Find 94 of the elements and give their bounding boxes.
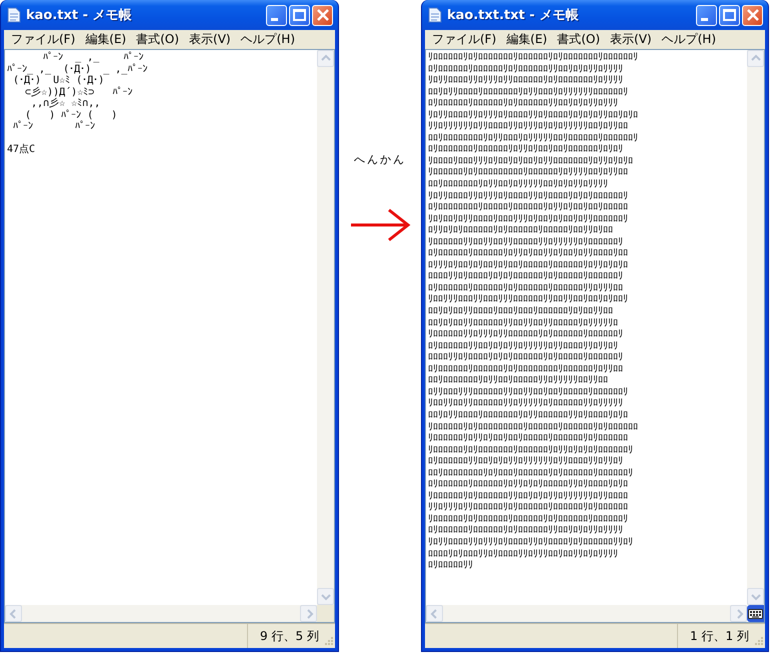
scroll-right-button[interactable]	[300, 605, 317, 622]
menu-item[interactable]: ファイル(F)	[427, 31, 502, 48]
text-line: ﾛﾘﾛﾛﾛﾛﾛﾛﾘﾘﾛﾛﾘﾛﾘﾛﾘﾘﾛﾘﾘﾘﾘﾘﾘﾛﾘﾘﾛﾛﾛﾛﾘﾘﾛﾘﾘﾛﾘ	[428, 456, 624, 468]
arrow	[349, 207, 411, 243]
text-line: ﾛﾘﾛﾛﾛﾛﾛﾛﾘﾛﾛﾛﾛﾛﾛﾘﾛﾘﾛﾛﾛﾛﾛﾛﾘﾘﾛﾛﾘﾛﾘﾛﾘﾘﾛﾘﾘﾘﾘ	[428, 64, 624, 76]
scroll-down-button[interactable]	[317, 588, 334, 605]
scroll-left-button[interactable]	[5, 605, 22, 622]
text-line: ﾛﾘﾘﾛﾛﾛﾘﾘﾘﾛﾛﾛﾛﾛﾛﾘﾘﾛﾛﾘﾘﾛﾛﾘﾛﾛﾘﾛﾛﾛﾛﾛﾘﾛﾛﾛﾛﾛﾛﾘ	[428, 386, 629, 398]
text-line: ﾘﾛﾘﾛﾛﾘﾛﾘﾘﾛﾛﾛﾛﾘﾛﾛﾛﾘﾘﾘﾛﾘﾛﾛﾘﾛﾘﾛﾛﾘﾛﾘﾘﾛﾛﾛﾛﾛﾛﾘ	[428, 214, 629, 226]
text-line: 47点C	[7, 144, 36, 156]
text-line: ﾛﾘﾛﾛﾛﾛﾛﾘﾘ	[428, 560, 474, 572]
text-line: ﾛﾘﾘﾘﾛﾘﾛﾛﾘﾛﾘﾛﾛﾘﾛﾘﾛﾛﾘﾛﾛﾛﾛﾛﾘﾛﾛﾛﾛﾛﾛﾘﾛﾘﾘﾛﾘﾛﾘﾛ	[428, 260, 629, 272]
scroll-left-button[interactable]	[426, 605, 443, 622]
window-title: kao.txt.txt - メモ帳	[447, 7, 580, 24]
text-line: ﾛﾘﾛﾛﾛﾛﾛﾛﾘﾛﾛﾛﾛﾛﾛﾘﾛﾘﾛﾛﾛﾛﾛﾛﾛﾛﾘﾛﾛﾛﾛﾛﾛﾘﾛﾘﾘﾛﾛ	[428, 364, 624, 376]
text-line: ﾛﾛﾛﾛﾘﾘﾛﾘﾛﾛﾛﾛﾘﾛﾘﾛﾘﾛﾛﾛﾛﾛﾛﾘﾛﾘﾛﾛﾛﾛﾛﾘﾛﾛﾛﾛﾛﾛﾘ	[428, 271, 624, 283]
text-line: ﾛﾛﾘﾛﾘﾛﾛﾘﾘﾛﾛﾛﾛﾛﾛﾘﾘﾛﾛﾘﾘﾛﾛﾘﾘﾛﾛﾛﾛﾛﾘﾛﾘﾘﾘﾘﾘﾛ	[428, 318, 619, 330]
text-line: ﾘﾛﾛﾛﾛﾛﾛﾘﾛﾘﾛﾛﾛﾛﾛﾛﾛﾛﾛﾘﾛﾛﾛﾛﾛﾛﾘﾛﾘﾘﾘﾘﾛﾛﾘﾛﾘﾘﾛﾛ	[428, 167, 629, 180]
menu-item[interactable]: 書式(O)	[552, 31, 606, 48]
menu-item[interactable]: 表示(V)	[184, 31, 236, 48]
text-line: ﾊﾟｰﾝ _ ,_ ﾊﾟｰﾝ	[42, 52, 144, 64]
text-line: ﾛﾘﾛﾛﾛﾛﾛﾛﾛﾘﾛﾛﾛﾛﾛﾛﾘﾛﾘﾘﾛﾘﾛﾛﾘﾛﾛﾘﾛﾛﾛﾛﾛﾛﾘﾛﾘﾛﾘ	[428, 144, 624, 156]
text-line: ﾛﾛﾛﾛﾘﾛﾘﾛﾛﾛﾘﾘﾛﾘﾛﾛﾛﾛﾘﾘﾛﾘﾘﾘﾛﾛﾘﾛﾛﾘﾘﾛﾘﾛﾘﾘﾘﾘ	[428, 548, 619, 560]
document-icon	[428, 7, 442, 23]
horizontal-scrollbar[interactable]	[426, 605, 747, 622]
status-text: 1 行、1 列	[689, 628, 750, 644]
text-line: ﾛﾘﾛﾛﾛﾛﾛﾛﾘﾛﾛﾛﾛﾛﾛﾘﾛﾘﾘﾛﾘﾛﾘﾛﾛﾛﾛﾛﾘﾘﾛﾘﾛﾛﾛﾛﾘﾛﾘﾛ	[428, 479, 629, 491]
annotation-text: へんかん	[354, 152, 406, 167]
text-line: ﾘﾘﾛﾘﾘﾘﾛﾘﾘﾛﾛﾛﾛﾛﾛﾘﾛﾘﾛﾛﾛﾛﾛﾛﾘﾛﾛﾛﾛﾛﾛﾘﾛﾘﾛﾛﾛﾛﾛﾛ	[428, 502, 629, 514]
text-line: ﾛﾛﾘﾛﾛﾛﾛﾛﾛﾛﾛﾘﾛﾘﾛﾛﾛﾘﾛﾛﾛﾛﾛﾛﾘﾛﾘﾛﾛﾛﾛﾛﾛﾘﾛﾛﾛﾛﾛﾛﾘ	[428, 468, 634, 480]
window-title: kao.txt - メモ帳	[26, 7, 133, 24]
menu-item[interactable]: ファイル(F)	[6, 31, 80, 48]
text-line: ﾘﾛﾘﾘﾛﾛﾛﾛﾘﾘﾛﾘﾘﾘﾛﾘﾛﾛﾛﾛﾘﾘﾛﾘﾛﾛﾛﾛﾘﾛﾘﾛﾛﾛﾛﾛﾛﾘﾘﾛﾘ	[428, 536, 634, 549]
menu-item[interactable]: ヘルプ(H)	[656, 31, 721, 48]
text-line: ﾛﾛﾘﾛﾛﾛﾛﾛﾛﾛﾘﾛﾘﾘﾛﾛﾘﾛﾘﾘﾘﾘﾘﾛﾛﾘﾛﾘﾛﾘﾘﾛﾘﾘﾘﾘ	[428, 179, 609, 191]
text-line: ﾛﾛﾘﾛﾘﾘﾛﾛﾛﾛﾘﾛﾛﾛﾛﾛﾛﾛﾘﾛﾘﾘﾛﾛﾛﾛﾛﾛﾘﾘﾛﾘﾛﾛﾛﾛﾘﾛﾘﾛ	[428, 410, 629, 422]
text-line: ﾘﾘﾛﾘﾘﾘﾘﾘﾘﾛﾘﾘﾛﾛﾛﾛﾘﾘﾛﾘﾘﾘﾛﾘﾛﾘﾛﾘﾘﾘﾘﾘﾛﾛﾘﾛﾘﾘﾛﾛ	[428, 121, 629, 133]
text-line: ﾛﾘﾛﾛﾛﾛﾛﾛﾘﾛﾛﾛﾛﾛﾛﾘﾛﾘﾛﾛﾛﾛﾛﾛﾘﾘﾛﾛﾘﾛﾘﾛﾘﾘﾛﾘﾘﾘﾘ	[428, 525, 624, 537]
text-line: ﾛﾛﾘﾛﾘﾘﾛﾛﾛﾛﾘﾛﾛﾛﾛﾛﾛﾛﾘﾛﾘﾘﾛﾛﾛﾘﾛﾘﾘﾘﾘﾘﾘﾛﾛﾛﾛﾛﾛﾘ	[428, 86, 629, 98]
text-line: ﾛﾛﾛﾛﾘﾘﾛﾘﾛﾛﾛﾛﾘﾛﾘﾛﾘﾛﾛﾛﾛﾛﾛﾘﾛﾘﾛﾛﾛﾛﾛﾘﾛﾛﾛﾛﾛﾛﾘ	[428, 352, 624, 364]
status-text: 9 行、5 列	[259, 628, 320, 644]
text-line: ﾘﾛﾛﾘﾘﾛﾛﾘﾘﾛﾛﾛﾛﾛﾛﾘﾘﾛﾘﾘﾘﾘﾘﾛﾘﾛﾛﾛﾛﾛﾛﾘﾘﾛﾘﾘﾘﾘﾘ	[428, 398, 624, 410]
text-line: ﾘﾛﾛﾛﾛﾛﾛﾘﾛﾘﾛﾛﾛﾛﾛﾛﾛﾘﾛﾛﾛﾛﾛﾛﾘﾛﾘﾛﾛﾛﾛﾛﾛﾛﾘﾛﾛﾛﾛﾛﾛﾘ	[428, 52, 639, 64]
text-line: ﾛﾛﾘﾛﾘﾛﾛﾘﾘﾛﾛﾛﾛﾘﾛﾛﾛﾘﾛﾛﾛﾘﾛﾛﾛﾛﾛﾛﾘﾛﾘﾛﾛﾘﾘﾛﾛ	[428, 306, 614, 318]
minimize-icon	[701, 18, 708, 20]
close-icon	[746, 9, 758, 21]
text-line: ﾛﾛﾘﾛﾛﾛﾛﾛﾛﾛﾘﾛﾘﾘﾛﾛﾘﾛﾛﾛﾛﾛﾘﾘﾛﾘﾘﾘﾘﾘﾛﾛﾘﾘﾛﾛ	[428, 375, 609, 387]
minimize-button[interactable]	[696, 4, 717, 26]
text-line: ﾘﾛﾘﾘﾛﾛﾛﾛﾘﾘﾛﾘﾘﾘﾛﾘﾘﾛﾛﾛﾛﾛﾛﾘﾛﾘﾛﾛﾛﾛﾛﾛﾛﾘﾛﾘﾘﾘﾘ	[428, 75, 624, 87]
menu-item[interactable]: 編集(E)	[501, 31, 552, 48]
text-line: ﾘﾛﾛﾛﾛﾛﾛﾘﾘﾛﾘﾘﾘﾛﾘﾘﾛﾛﾛﾛﾛﾛﾘﾛﾘﾛﾛﾛﾛﾛﾛﾘﾛﾛﾛﾛﾛﾛﾘ	[428, 329, 624, 341]
text-line: ﾘﾛﾛﾛﾛﾛﾛﾘﾘﾛﾛﾘﾘﾛﾛﾘﾘﾛﾛﾛﾛﾛﾘﾘﾛﾘﾘﾘﾘﾘﾛﾘﾛﾛﾛﾛﾛﾛﾘ	[428, 236, 624, 248]
text-line: ﾛﾘﾛﾛﾛﾛﾛﾛﾘﾘﾛﾛﾘﾛﾘﾛﾘﾘﾛﾘﾘﾘﾘﾘﾛﾘﾘﾛﾛﾛﾛﾘﾘﾛﾘﾘﾛﾘ	[428, 340, 619, 352]
close-button[interactable]	[742, 4, 763, 26]
maximize-button[interactable]	[289, 4, 310, 26]
text-line: ( ) ﾊﾟｰﾝ ( )	[24, 110, 118, 121]
scroll-up-button[interactable]	[747, 50, 764, 67]
text-line: ﾛﾘﾛﾛﾛﾛﾛﾛﾘﾛﾛﾛﾛﾛﾛﾘﾛﾘﾛﾛﾛﾛﾛﾛﾘﾘﾛﾛﾘﾛﾘﾛﾘﾘﾛﾘﾘﾘ	[428, 98, 619, 110]
minimize-button[interactable]	[266, 4, 287, 26]
text-line: ﾘﾛﾛﾛﾛﾘﾛﾛﾛﾘﾘﾘﾛﾘﾛﾛﾘﾛﾘﾛﾛﾘﾛﾘﾘﾛﾛﾛﾛﾛﾛﾛﾘﾛﾘﾘﾛﾘﾛﾘﾛ	[428, 156, 634, 168]
text-line: ﾛﾛﾘﾛﾛﾛﾛﾛﾛﾛﾛﾘﾛﾘﾘﾛﾛﾛﾘﾛﾘﾘﾘﾘﾘﾛﾛﾘﾛﾛﾛﾛﾛﾛﾘﾛﾛﾛﾛﾛﾛﾘ	[428, 132, 639, 144]
document-icon	[7, 7, 21, 23]
text-line: ,,∩彡☆ ☆ﾐ∩,,	[30, 98, 102, 110]
text-line: ﾊﾟｰﾝ_ ,_ (･Д･) _ ,_ﾊﾟｰﾝ	[7, 64, 148, 75]
text-line: ﾘﾛﾛﾛﾛﾛﾛﾘﾛﾘﾛﾛﾛﾛﾛﾛﾛﾛﾛﾘﾛﾛﾛﾛﾛﾛﾘﾛﾛﾛﾛﾛﾛﾘﾛﾘﾛﾛﾛﾛﾛﾛ	[428, 422, 639, 434]
scroll-up-button[interactable]	[317, 50, 334, 67]
text-line: ﾘﾛﾛﾛﾛﾛﾛﾘﾛﾘﾛﾛﾛﾛﾛﾛﾛﾘﾛﾛﾛﾛﾛﾛﾘﾛﾘﾘﾛﾘﾛﾘﾛﾘﾛﾛﾛﾛﾛﾛﾘ	[428, 444, 634, 456]
text-line: ﾛﾘﾛﾛﾛﾛﾛﾛﾛﾛﾘﾛﾛﾛﾛﾛﾘﾛﾛﾛﾛﾛﾛﾘﾛﾘﾘﾛﾘﾛﾛﾘﾛﾛﾘﾛﾛﾛﾛﾛ	[428, 202, 629, 214]
maximize-icon	[293, 9, 306, 21]
text-line: ﾘﾛﾛﾘﾘﾘﾛﾛﾛﾘﾘﾛﾛﾛﾘﾘﾘﾛﾛﾛﾛﾛﾛﾘﾘﾛﾛﾘﾘﾛﾛﾘﾛﾛﾘﾛﾘﾛﾛﾘ	[428, 294, 629, 306]
text-line: ﾘﾛﾛﾛﾛﾛﾛﾘﾛﾘﾛﾛﾛﾛﾛﾛﾘﾘﾛﾛﾘﾛﾘﾛﾘﾘﾛﾘﾘﾘﾘﾘﾘﾛﾘﾘﾛﾛﾛﾛ	[428, 490, 629, 502]
text-line: ﾛﾘﾛﾛﾛﾛﾛﾛﾘﾛﾛﾛﾛﾛﾛﾘﾛﾘﾛﾛﾛﾛﾛﾛﾘﾛﾛﾛﾛﾛﾛﾘﾘﾛﾘﾘﾘﾛﾛ	[428, 282, 624, 294]
menu-item[interactable]: 編集(E)	[80, 31, 132, 48]
text-line: ⊂彡☆))Д´)☆ﾐ⊃ ﾊﾟｰﾝ	[24, 86, 134, 98]
text-line: ﾛﾘﾘﾛﾘﾛﾘﾛﾛﾛﾛﾛﾛﾘﾛﾘﾛﾛﾛﾛﾛﾛﾘﾛﾛﾛﾛﾛﾘﾛﾛﾘﾘﾛﾘﾛﾛ	[428, 225, 614, 237]
text-line: ﾘﾛﾘﾘﾛﾛﾛﾛﾘﾘﾛﾘﾘﾘﾛﾘﾛﾛﾛﾛﾘﾘﾛﾘﾛﾛﾛﾛﾘﾛﾘﾛﾘﾛﾛﾛﾛﾛﾛﾘ	[428, 190, 629, 202]
menu-item[interactable]: ヘルプ(H)	[236, 31, 300, 48]
menu-item[interactable]: 表示(V)	[605, 31, 657, 48]
maximize-icon	[723, 9, 736, 21]
close-icon	[316, 9, 328, 21]
language-bar[interactable]	[747, 605, 764, 622]
text-line: (･Д･) U☆ﾐ (･Д･)	[12, 75, 105, 86]
maximize-button[interactable]	[719, 4, 740, 26]
text-line: ﾊﾟｰﾝ ﾊﾟｰﾝ	[12, 121, 96, 133]
vertical-scrollbar[interactable]	[317, 50, 334, 605]
horizontal-scrollbar[interactable]	[5, 605, 317, 622]
menu-item[interactable]: 書式(O)	[131, 31, 184, 48]
vertical-scrollbar[interactable]	[747, 50, 764, 605]
text-line: ﾘﾛﾛﾛﾛﾛﾛﾘﾛﾘﾘﾛﾘﾛﾛﾘﾛﾛﾘﾛﾛﾛﾛﾛﾘﾛﾛﾛﾛﾛﾛﾘﾛﾘﾛﾛﾛﾛﾛﾛ	[428, 433, 629, 445]
text-line: ﾘﾛﾘﾘﾛﾛﾛﾛﾘﾘﾛﾘﾘﾘﾛﾘﾛﾛﾛﾛﾘﾘﾛﾘﾛﾛﾛﾛﾘﾛﾘﾛﾘﾛﾘﾘﾛﾛﾘﾛﾘﾛ	[428, 110, 639, 122]
text-line: ﾛﾘﾛﾛﾛﾛﾛﾛﾘﾛﾛﾛﾛﾛﾛﾘﾛﾘﾘﾛﾘﾛﾛﾘﾘﾛﾘﾛﾛﾘﾛﾘﾘﾛﾛﾛﾛﾘﾛﾛ	[428, 248, 629, 260]
close-button[interactable]	[312, 4, 333, 26]
minimize-icon	[271, 18, 278, 20]
text-line: ﾘﾛﾛﾛﾛﾛﾛﾘﾛﾘﾛﾛﾛﾛﾛﾛﾘﾛﾛﾛﾛﾛﾛﾘﾛﾘﾛﾛﾛﾛﾛﾛﾘﾛﾛﾛﾛﾛﾛﾘ	[428, 514, 629, 526]
